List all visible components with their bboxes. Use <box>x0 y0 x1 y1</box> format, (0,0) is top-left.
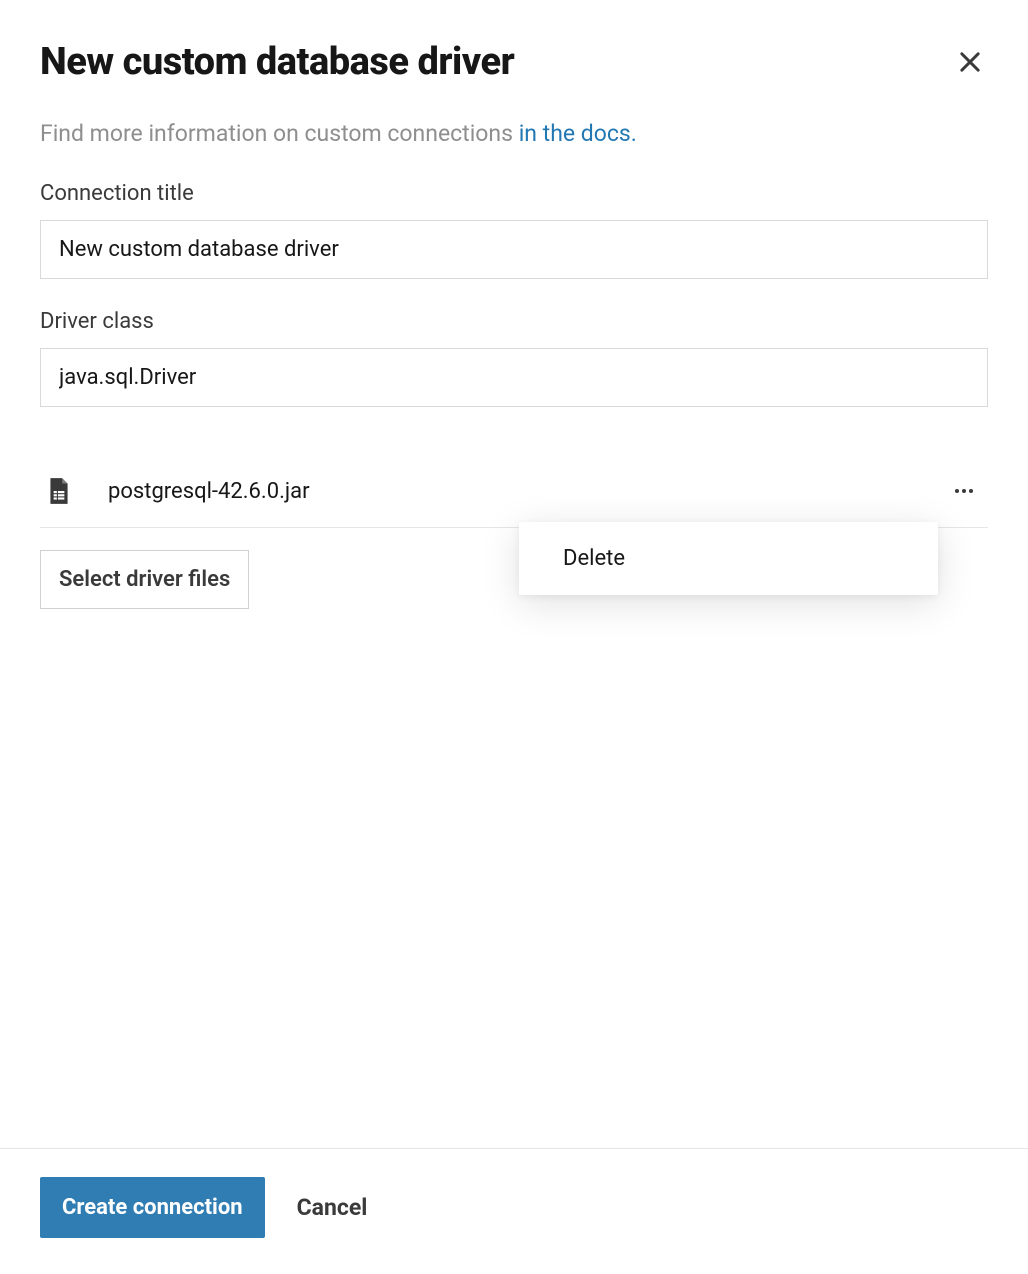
select-driver-files-button[interactable]: Select driver files <box>40 550 249 609</box>
file-icon <box>44 476 74 506</box>
file-item: postgresql-42.6.0.jar <box>40 457 988 528</box>
driver-class-label: Driver class <box>40 309 988 334</box>
docs-link[interactable]: in the docs. <box>519 120 637 147</box>
more-horizontal-icon <box>952 479 976 503</box>
create-connection-button[interactable]: Create connection <box>40 1177 265 1238</box>
menu-item-delete[interactable]: Delete <box>519 542 938 575</box>
dialog-title: New custom database driver <box>40 40 514 84</box>
dialog-footer: Create connection Cancel <box>0 1148 1028 1274</box>
cancel-button[interactable]: Cancel <box>297 1194 368 1221</box>
dialog-content: New custom database driver Find more inf… <box>0 0 1028 1148</box>
close-icon <box>956 48 984 76</box>
info-text: Find more information on custom connecti… <box>40 120 988 147</box>
close-button[interactable] <box>952 44 988 80</box>
file-context-menu: Delete <box>519 522 938 595</box>
connection-title-label: Connection title <box>40 181 988 206</box>
driver-class-input[interactable] <box>40 348 988 407</box>
connection-title-field: Connection title <box>40 181 988 279</box>
connection-title-input[interactable] <box>40 220 988 279</box>
driver-file-list: postgresql-42.6.0.jar <box>40 457 988 528</box>
driver-class-field: Driver class <box>40 309 988 407</box>
file-more-button[interactable] <box>944 471 984 511</box>
dialog-header: New custom database driver <box>40 40 988 84</box>
info-text-prefix: Find more information on custom connecti… <box>40 120 519 147</box>
new-driver-dialog: New custom database driver Find more inf… <box>0 0 1028 1274</box>
file-name: postgresql-42.6.0.jar <box>108 479 944 504</box>
